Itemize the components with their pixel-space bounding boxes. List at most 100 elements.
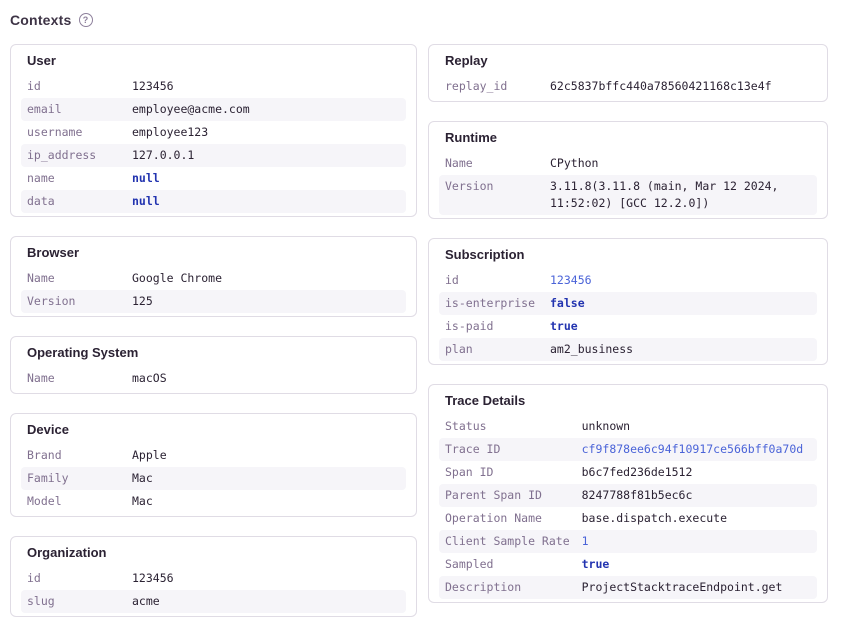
context-table: id123456is-enterprisefalseis-paidtruepla…: [439, 269, 817, 361]
context-key: replay_id: [439, 75, 544, 98]
context-key: Name: [21, 267, 126, 290]
context-value[interactable]: cf9f878ee6c94f10917ce566bff0a70d: [576, 438, 817, 461]
context-row: Sampledtrue: [439, 553, 817, 576]
context-table: id123456slugacme: [21, 567, 406, 613]
card-title: Browser: [21, 242, 406, 267]
context-value: 8247788f81b5ec6c: [576, 484, 817, 507]
contexts-column-left: Userid123456emailemployee@acme.comuserna…: [10, 44, 417, 617]
context-table: id123456emailemployee@acme.comusernameem…: [21, 75, 406, 213]
card-title: Subscription: [439, 244, 817, 269]
context-value: Google Chrome: [126, 267, 406, 290]
card-title: User: [21, 50, 406, 75]
context-key: Brand: [21, 444, 126, 467]
contexts-section: Contexts ? Userid123456emailemployee@acm…: [0, 0, 844, 617]
context-row: namenull: [21, 167, 406, 190]
context-row: Client Sample Rate1: [439, 530, 817, 553]
context-row: NameGoogle Chrome: [21, 267, 406, 290]
context-row: id123456: [439, 269, 817, 292]
context-table: NameCPythonVersion3.11.8(3.11.8 (main, M…: [439, 152, 817, 215]
context-row: replay_id62c5837bffc440a78560421168c13e4…: [439, 75, 817, 98]
context-value: ProjectStacktraceEndpoint.get: [576, 576, 817, 599]
context-value: b6c7fed236de1512: [576, 461, 817, 484]
context-row: ip_address127.0.0.1: [21, 144, 406, 167]
page-title: Contexts: [10, 12, 72, 28]
card-title: Organization: [21, 542, 406, 567]
context-key: Name: [21, 367, 126, 390]
context-key: is-paid: [439, 315, 544, 338]
context-value: 123456: [126, 567, 406, 590]
context-key: Trace ID: [439, 438, 576, 461]
context-key: Model: [21, 490, 126, 513]
context-value: 123456: [126, 75, 406, 98]
context-value: 127.0.0.1: [126, 144, 406, 167]
context-value: base.dispatch.execute: [576, 507, 817, 530]
context-row: is-paidtrue: [439, 315, 817, 338]
context-key: Parent Span ID: [439, 484, 576, 507]
context-row: Parent Span ID8247788f81b5ec6c: [439, 484, 817, 507]
context-table: replay_id62c5837bffc440a78560421168c13e4…: [439, 75, 817, 98]
context-value: true: [544, 315, 817, 338]
context-value: 123456: [544, 269, 817, 292]
question-mark-icon[interactable]: ?: [79, 13, 93, 27]
context-row: emailemployee@acme.com: [21, 98, 406, 121]
context-row: id123456: [21, 567, 406, 590]
context-row: Span IDb6c7fed236de1512: [439, 461, 817, 484]
context-value: macOS: [126, 367, 406, 390]
context-table: NamemacOS: [21, 367, 406, 390]
context-row: is-enterprisefalse: [439, 292, 817, 315]
context-key: name: [21, 167, 126, 190]
context-row: datanull: [21, 190, 406, 213]
card-title: Trace Details: [439, 390, 817, 415]
context-key: Description: [439, 576, 576, 599]
context-row: Version3.11.8(3.11.8 (main, Mar 12 2024,…: [439, 175, 817, 215]
context-card-browser: BrowserNameGoogle ChromeVersion125: [10, 236, 417, 317]
context-key: username: [21, 121, 126, 144]
context-card-device: DeviceBrandAppleFamilyMacModelMac: [10, 413, 417, 517]
context-row: ModelMac: [21, 490, 406, 513]
context-value: employee123: [126, 121, 406, 144]
context-key: Client Sample Rate: [439, 530, 576, 553]
context-key: Name: [439, 152, 544, 175]
card-title: Device: [21, 419, 406, 444]
context-value: 1: [576, 530, 817, 553]
contexts-grid: Userid123456emailemployee@acme.comuserna…: [10, 44, 828, 617]
context-row: Operation Namebase.dispatch.execute: [439, 507, 817, 530]
context-value: Mac: [126, 467, 406, 490]
context-row: Version125: [21, 290, 406, 313]
card-title: Runtime: [439, 127, 817, 152]
context-key: Version: [439, 175, 544, 215]
context-card-runtime: RuntimeNameCPythonVersion3.11.8(3.11.8 (…: [428, 121, 828, 219]
context-row: FamilyMac: [21, 467, 406, 490]
context-key: is-enterprise: [439, 292, 544, 315]
context-key: Version: [21, 290, 126, 313]
context-value: CPython: [544, 152, 817, 175]
context-key: Status: [439, 415, 576, 438]
context-key: ip_address: [21, 144, 126, 167]
context-card-organization: Organizationid123456slugacme: [10, 536, 417, 617]
context-key: data: [21, 190, 126, 213]
context-key: id: [439, 269, 544, 292]
context-card-replay: Replayreplay_id62c5837bffc440a7856042116…: [428, 44, 828, 102]
context-key: slug: [21, 590, 126, 613]
context-key: id: [21, 75, 126, 98]
context-row: id123456: [21, 75, 406, 98]
context-value: acme: [126, 590, 406, 613]
context-table: StatusunknownTrace IDcf9f878ee6c94f10917…: [439, 415, 817, 599]
context-value: Mac: [126, 490, 406, 513]
context-value: true: [576, 553, 817, 576]
context-card-trace-details: Trace DetailsStatusunknownTrace IDcf9f87…: [428, 384, 828, 603]
context-row: planam2_business: [439, 338, 817, 361]
context-key: Sampled: [439, 553, 576, 576]
context-table: NameGoogle ChromeVersion125: [21, 267, 406, 313]
context-row: BrandApple: [21, 444, 406, 467]
context-value: null: [126, 167, 406, 190]
context-value: unknown: [576, 415, 817, 438]
card-title: Replay: [439, 50, 817, 75]
context-row: DescriptionProjectStacktraceEndpoint.get: [439, 576, 817, 599]
context-value: false: [544, 292, 817, 315]
context-key: Family: [21, 467, 126, 490]
context-row: Trace IDcf9f878ee6c94f10917ce566bff0a70d: [439, 438, 817, 461]
context-value: Apple: [126, 444, 406, 467]
context-value: null: [126, 190, 406, 213]
context-value: am2_business: [544, 338, 817, 361]
